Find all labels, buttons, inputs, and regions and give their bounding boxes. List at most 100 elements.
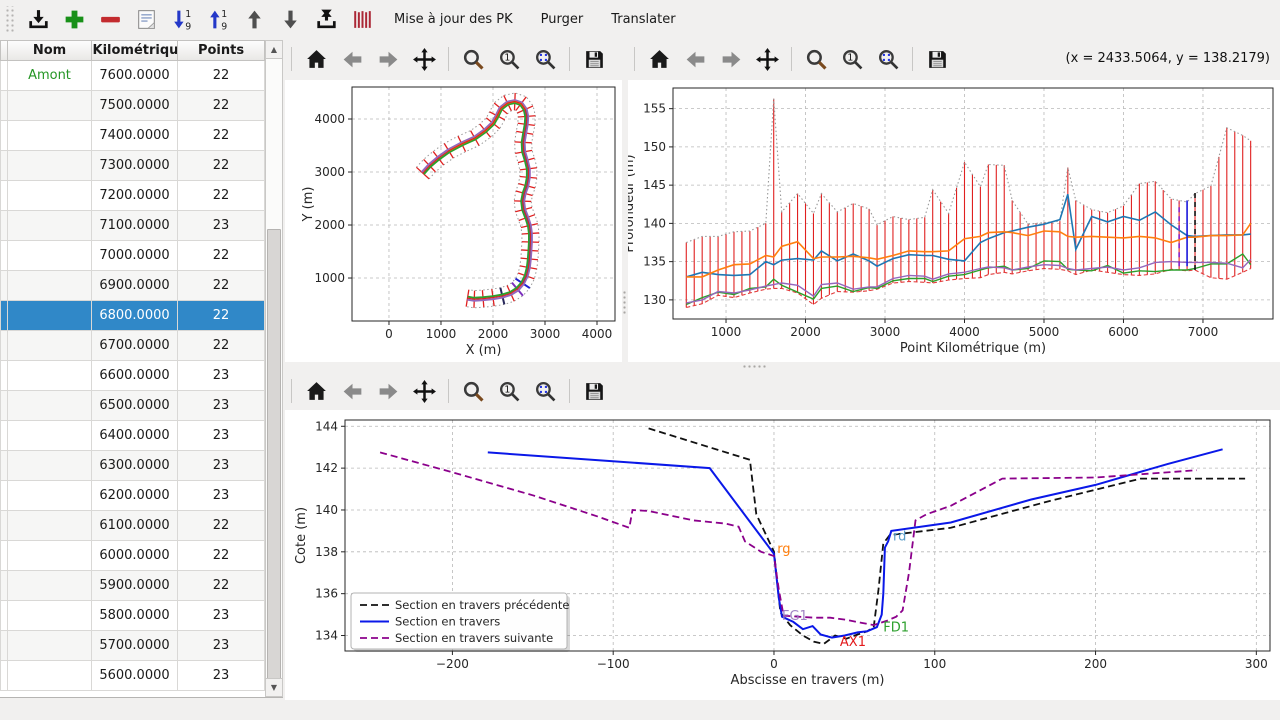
cell-points[interactable]: 22	[178, 331, 265, 361]
save-icon[interactable]	[924, 46, 950, 72]
cell-points[interactable]: 22	[178, 571, 265, 601]
cell-points[interactable]: 22	[178, 121, 265, 151]
table-row[interactable]: 5600.000023	[0, 661, 283, 691]
home-icon[interactable]	[303, 378, 329, 404]
home-icon[interactable]	[646, 46, 672, 72]
table-row[interactable]: 6900.000022	[0, 271, 283, 301]
table-row[interactable]: 6800.000022	[0, 301, 283, 331]
cell-points[interactable]: 23	[178, 661, 265, 691]
purge-button[interactable]: Purger	[531, 6, 594, 33]
cell-nom[interactable]	[8, 151, 92, 181]
cell-nom[interactable]	[8, 511, 92, 541]
home-icon[interactable]	[303, 46, 329, 72]
cell-pk[interactable]: 7600.0000	[92, 61, 178, 91]
cell-nom[interactable]	[8, 331, 92, 361]
zoomsel-icon[interactable]	[875, 46, 901, 72]
column-header-nom[interactable]: Nom	[8, 40, 92, 61]
scroll-down-button[interactable]: ▼	[266, 678, 282, 696]
table-row[interactable]: 6200.000023	[0, 481, 283, 511]
cell-points[interactable]: 22	[178, 511, 265, 541]
cell-pk[interactable]: 6400.0000	[92, 421, 178, 451]
cell-pk[interactable]: 6900.0000	[92, 271, 178, 301]
row-header-cell[interactable]	[0, 211, 8, 241]
cell-pk[interactable]: 6000.0000	[92, 541, 178, 571]
translate-button[interactable]: Translater	[601, 6, 685, 33]
cell-nom[interactable]	[8, 391, 92, 421]
cell-nom[interactable]	[8, 211, 92, 241]
zoom-icon[interactable]	[803, 46, 829, 72]
cell-points[interactable]: 22	[178, 241, 265, 271]
row-header-cell[interactable]	[0, 661, 8, 691]
scrollbar-thumb[interactable]	[267, 229, 281, 680]
cell-points[interactable]: 23	[178, 601, 265, 631]
row-header-cell[interactable]	[0, 331, 8, 361]
cell-pk[interactable]: 7000.0000	[92, 241, 178, 271]
export-icon[interactable]	[313, 6, 339, 32]
row-header-cell[interactable]	[0, 601, 8, 631]
zoomone-icon[interactable]: 1	[839, 46, 865, 72]
cell-pk[interactable]: 6100.0000	[92, 511, 178, 541]
table-row[interactable]: 7400.000022	[0, 121, 283, 151]
cell-points[interactable]: 22	[178, 181, 265, 211]
cell-nom[interactable]	[8, 361, 92, 391]
pan-icon[interactable]	[411, 378, 437, 404]
toolbar-drag-handle[interactable]	[4, 6, 14, 32]
cell-nom[interactable]	[8, 91, 92, 121]
cell-points[interactable]: 22	[178, 151, 265, 181]
cell-nom[interactable]	[8, 421, 92, 451]
cell-nom[interactable]	[8, 451, 92, 481]
move-up-icon[interactable]	[241, 6, 267, 32]
cell-pk[interactable]: 7500.0000	[92, 91, 178, 121]
back-icon[interactable]	[339, 378, 365, 404]
table-row[interactable]: 6000.000022	[0, 541, 283, 571]
edit-notes-icon[interactable]	[133, 6, 159, 32]
table-row[interactable]: 7000.000022	[0, 241, 283, 271]
table-row[interactable]: 6400.000023	[0, 421, 283, 451]
zoomone-icon[interactable]: 1	[496, 46, 522, 72]
cell-nom[interactable]	[8, 571, 92, 601]
row-header-cell[interactable]	[0, 541, 8, 571]
cell-pk[interactable]: 7200.0000	[92, 181, 178, 211]
table-row[interactable]: 5700.000023	[0, 631, 283, 661]
table-row[interactable]: 5800.000023	[0, 601, 283, 631]
row-header-cell[interactable]	[0, 391, 8, 421]
cell-pk[interactable]: 7300.0000	[92, 151, 178, 181]
zoom-icon[interactable]	[460, 378, 486, 404]
row-header-cell[interactable]	[0, 481, 8, 511]
cell-pk[interactable]: 6200.0000	[92, 481, 178, 511]
remove-section-icon[interactable]	[97, 6, 123, 32]
profile-figure[interactable]: 1000200030004000500060007000130135140145…	[628, 80, 1280, 362]
row-header-cell[interactable]	[0, 511, 8, 541]
cell-nom[interactable]	[8, 601, 92, 631]
row-header-cell[interactable]	[0, 151, 8, 181]
cell-nom[interactable]	[8, 481, 92, 511]
pan-icon[interactable]	[411, 46, 437, 72]
column-header-pk[interactable]: t Kilométrique	[92, 40, 178, 61]
cell-points[interactable]: 22	[178, 271, 265, 301]
table-row[interactable]: 6100.000022	[0, 511, 283, 541]
row-header-cell[interactable]	[0, 61, 8, 91]
cell-points[interactable]: 22	[178, 61, 265, 91]
row-header-cell[interactable]	[0, 421, 8, 451]
cross-section-figure[interactable]: −200−1000100200300134136138140142144Absc…	[285, 410, 1280, 700]
row-header-cell[interactable]	[0, 451, 8, 481]
table-row[interactable]: 6600.000023	[0, 361, 283, 391]
scroll-up-button[interactable]: ▲	[266, 41, 282, 59]
row-header-cell[interactable]	[0, 121, 8, 151]
row-header-cell[interactable]	[0, 181, 8, 211]
back-icon[interactable]	[682, 46, 708, 72]
cell-points[interactable]: 23	[178, 421, 265, 451]
zoomone-icon[interactable]: 1	[496, 378, 522, 404]
cell-pk[interactable]: 6500.0000	[92, 391, 178, 421]
cell-pk[interactable]: 7100.0000	[92, 211, 178, 241]
zoomsel-icon[interactable]	[532, 46, 558, 72]
forward-icon[interactable]	[718, 46, 744, 72]
table-row[interactable]: 7100.000023	[0, 211, 283, 241]
plan-view-figure[interactable]: 010002000300040001000200030004000X (m)Y …	[285, 80, 622, 362]
back-icon[interactable]	[339, 46, 365, 72]
cell-pk[interactable]: 5700.0000	[92, 631, 178, 661]
row-header-cell[interactable]	[0, 361, 8, 391]
zoomsel-icon[interactable]	[532, 378, 558, 404]
sort-ascending-icon[interactable]: 19	[169, 6, 195, 32]
forward-icon[interactable]	[375, 46, 401, 72]
